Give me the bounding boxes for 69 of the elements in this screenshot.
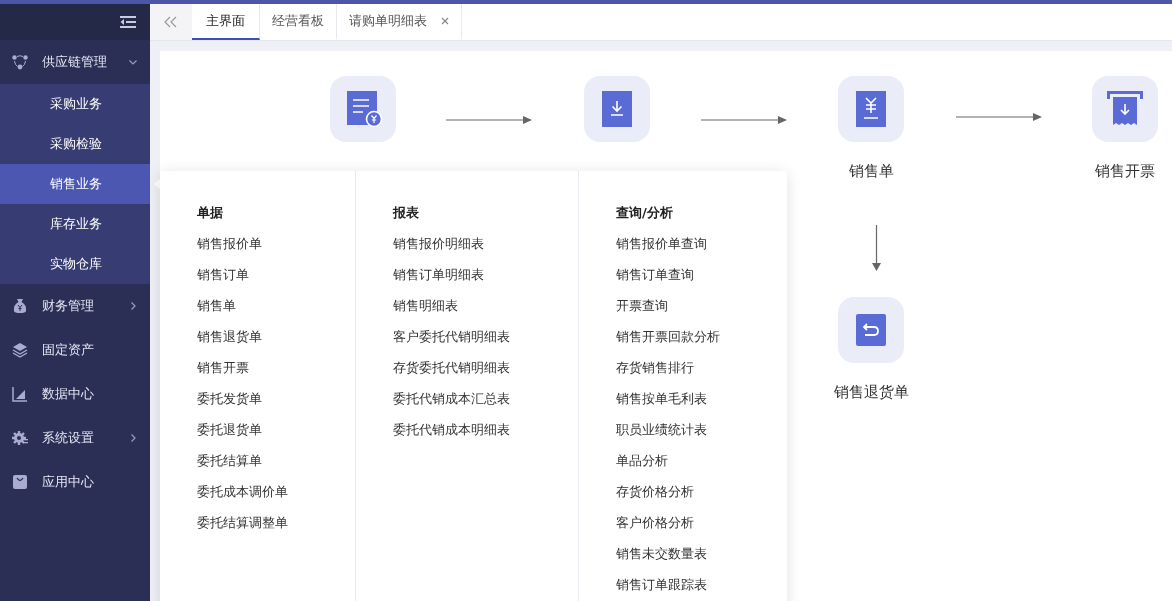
menu-item[interactable]: 销售报价单 — [197, 234, 355, 265]
menu-item[interactable]: 委托结算单 — [197, 451, 355, 482]
menu-item[interactable]: 销售单 — [197, 296, 355, 327]
menu-item[interactable]: 委托成本调价单 — [197, 482, 355, 513]
flow-node-icon[interactable] — [838, 76, 904, 142]
tab[interactable]: 主界面 — [192, 4, 260, 40]
sidebar-label: 应用中心 — [42, 473, 94, 491]
menu-item[interactable]: 销售退货单 — [197, 327, 355, 358]
sidebar-item[interactable]: 系统设置 — [0, 416, 150, 460]
menu-item[interactable]: 销售明细表 — [393, 296, 578, 327]
chart-icon — [12, 386, 28, 402]
sidebar-item[interactable]: 供应链管理 — [0, 40, 150, 84]
menu-item[interactable]: 委托代销成本明细表 — [393, 420, 578, 451]
flow-node-icon[interactable] — [330, 76, 396, 142]
nodes-icon — [12, 54, 28, 70]
menu-item[interactable]: 委托发货单 — [197, 389, 355, 420]
tab[interactable]: 请购单明细表 — [337, 4, 462, 40]
menu-item[interactable]: 销售报价单查询 — [616, 234, 787, 265]
money-bag-icon — [12, 298, 28, 314]
menu-item[interactable]: 销售报价明细表 — [393, 234, 578, 265]
flow-node-icon[interactable] — [1092, 76, 1158, 142]
layers-icon — [12, 342, 28, 358]
close-icon[interactable] — [441, 17, 449, 25]
sidebar-label: 数据中心 — [42, 385, 94, 403]
menu-item[interactable]: 销售订单明细表 — [393, 265, 578, 296]
settings-icon — [12, 430, 28, 446]
menu-icon[interactable] — [118, 14, 138, 30]
menu-item[interactable]: 销售未交数量表 — [616, 544, 787, 575]
submenu-item[interactable]: 销售业务 — [0, 164, 150, 204]
bag-icon — [12, 474, 28, 490]
menu-item[interactable]: 销售订单 — [197, 265, 355, 296]
submenu-item[interactable]: 库存业务 — [0, 204, 150, 244]
sidebar-item[interactable]: 固定资产 — [0, 328, 150, 372]
connector-arrow — [872, 225, 881, 271]
submenu-item[interactable]: 实物仓库 — [0, 244, 150, 284]
flow-node-label: 销售退货单 — [833, 383, 909, 402]
menu-heading: 报表 — [393, 204, 420, 222]
submenu-item[interactable]: 采购检验 — [0, 124, 150, 164]
sidebar-label: 系统设置 — [42, 429, 94, 447]
flow-node-label: 销售开票 — [1095, 162, 1155, 181]
menu-item[interactable]: 开票查询 — [616, 296, 787, 327]
flow-node-label: 销售单 — [848, 162, 894, 181]
menu-item[interactable]: 销售订单跟踪表 — [616, 575, 787, 601]
flow-node-icon[interactable] — [838, 297, 904, 363]
menu-item[interactable]: 销售按单毛利表 — [616, 389, 787, 420]
menu-item[interactable]: 销售开票 — [197, 358, 355, 389]
menu-item[interactable]: 销售订单查询 — [616, 265, 787, 296]
menu-item[interactable]: 存货销售排行 — [616, 358, 787, 389]
menu-item[interactable]: 委托代销成本汇总表 — [393, 389, 578, 420]
sidebar-item[interactable]: 财务管理 — [0, 284, 150, 328]
sidebar-label: 供应链管理 — [42, 53, 107, 71]
menu-item[interactable]: 客户委托代销明细表 — [393, 327, 578, 358]
flow-node-icon[interactable] — [584, 76, 650, 142]
sidebar-item[interactable]: 数据中心 — [0, 372, 150, 416]
menu-item[interactable]: 客户价格分析 — [616, 513, 787, 544]
menu-heading: 查询/分析 — [616, 204, 674, 222]
menu-item[interactable]: 单品分析 — [616, 451, 787, 482]
tab[interactable]: 经营看板 — [260, 4, 337, 40]
menu-item[interactable]: 职员业绩统计表 — [616, 420, 787, 451]
menu-item[interactable]: 存货价格分析 — [616, 482, 787, 513]
menu-heading: 单据 — [197, 204, 224, 222]
sidebar-label: 固定资产 — [42, 341, 94, 359]
sidebar-label: 财务管理 — [42, 297, 94, 315]
menu-item[interactable]: 存货委托代销明细表 — [393, 358, 578, 389]
menu-item[interactable]: 委托结算调整单 — [197, 513, 355, 544]
menu-item[interactable]: 委托退货单 — [197, 420, 355, 451]
menu-item[interactable]: 销售开票回款分析 — [616, 327, 787, 358]
submenu-item[interactable]: 采购业务 — [0, 84, 150, 124]
sidebar-item[interactable]: 应用中心 — [0, 460, 150, 504]
